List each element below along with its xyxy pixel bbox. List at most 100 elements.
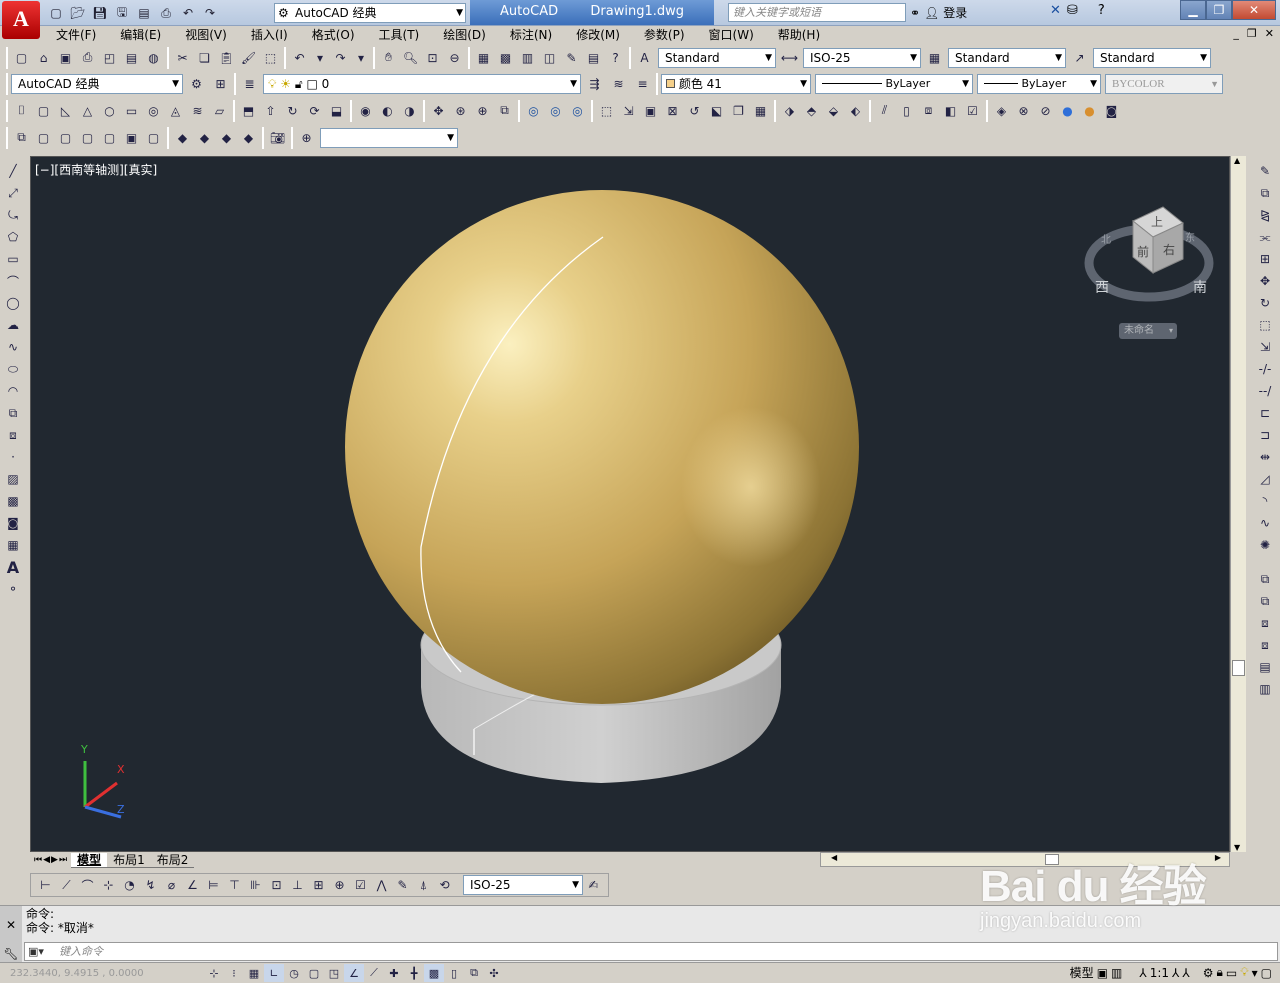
save-icon[interactable]: 💾︎	[90, 4, 110, 22]
bring-above-icon[interactable]: ⧈	[1255, 612, 1275, 634]
menu-edit[interactable]: 编辑(E)	[108, 26, 173, 44]
annotation-scale-value[interactable]: 1:1	[1150, 966, 1169, 980]
copy-icon[interactable]: ❏	[194, 47, 215, 68]
multileader-style-icon[interactable]: ↗	[1069, 47, 1090, 68]
ne-iso-icon[interactable]: ◆	[216, 127, 237, 148]
linetype-select[interactable]: ByLayer ▼	[815, 73, 973, 94]
new-icon[interactable]: ▢	[11, 47, 32, 68]
quick-view-drawings-icon[interactable]: ▥	[1111, 966, 1122, 980]
annotation-monitor-icon[interactable]: ✣	[484, 964, 504, 982]
center-mark-icon[interactable]: ⊕	[329, 875, 350, 896]
publish-icon[interactable]: ▤	[134, 4, 154, 22]
dim-edit-icon[interactable]: ✎	[392, 875, 413, 896]
nw-iso-icon[interactable]: ◆	[238, 127, 259, 148]
tool-palettes-icon[interactable]: ▥	[517, 47, 538, 68]
help-icon[interactable]: ?	[1098, 3, 1105, 18]
offset-faces-icon[interactable]: ▣	[640, 100, 661, 121]
tolerance-icon[interactable]: ⊞	[308, 875, 329, 896]
mirror-icon[interactable]: ⧎	[1255, 204, 1275, 226]
doc-minimize-icon[interactable]: _	[1233, 27, 1239, 40]
ortho-icon[interactable]: ∟	[264, 964, 284, 982]
exchange-icon[interactable]: ✕	[1050, 3, 1061, 18]
back-view-icon[interactable]: ▢	[143, 127, 164, 148]
command-input[interactable]: ▣▾ 键入命令	[24, 942, 1278, 961]
vertical-scrollbar[interactable]: ▲ ▼	[1230, 156, 1246, 852]
menu-parametric[interactable]: 参数(P)	[632, 26, 697, 44]
dim-update-icon[interactable]: ⟲	[434, 875, 455, 896]
open-icon[interactable]: ⌂	[33, 47, 54, 68]
copy-edges-icon[interactable]: ⬗	[779, 100, 800, 121]
front-view-icon[interactable]: ▣	[121, 127, 142, 148]
save-as-icon[interactable]: 🖫	[112, 4, 132, 22]
first-tab-icon[interactable]: ⏮	[34, 855, 42, 865]
3d-wireframe-icon[interactable]: ⊘	[1035, 100, 1056, 121]
box-icon[interactable]: ▢	[33, 100, 54, 121]
menu-format[interactable]: 格式(O)	[300, 26, 367, 44]
zoom-window-icon[interactable]: ⊡	[422, 47, 443, 68]
sheet-set-icon[interactable]: ◫	[539, 47, 560, 68]
intersect-icon[interactable]: ◑	[399, 100, 420, 121]
text-style-icon[interactable]: A	[634, 47, 655, 68]
new-file-icon[interactable]: ▢	[46, 4, 66, 22]
next-tab-icon[interactable]: ▶	[51, 855, 58, 865]
intersect-blue-icon[interactable]: ◎	[567, 100, 588, 121]
close-icon[interactable]: ✕	[6, 918, 16, 932]
aligned-dim-icon[interactable]: ⟋	[56, 875, 77, 896]
planar-surface-icon[interactable]: ▱	[209, 100, 230, 121]
menu-dimension[interactable]: 标注(N)	[498, 26, 564, 44]
doc-close-icon[interactable]: ✕	[1265, 27, 1274, 40]
3d-array-icon[interactable]: ⧉	[494, 100, 515, 121]
3d-rotate-icon[interactable]: ⊛	[450, 100, 471, 121]
hatch-to-back-icon[interactable]: ▥	[1255, 678, 1275, 700]
viewcube-right-face[interactable]: 右	[1163, 241, 1175, 258]
binoculars-icon[interactable]: ⚭	[910, 6, 920, 20]
horizontal-scrollbar[interactable]: ◀ ▶	[820, 852, 1230, 867]
diameter-dim-icon[interactable]: ⌀	[161, 875, 182, 896]
union-blue-icon[interactable]: ◎	[523, 100, 544, 121]
clean-screen-icon[interactable]: ▢	[1261, 966, 1272, 980]
menu-window[interactable]: 窗口(W)	[697, 26, 766, 44]
prompt-icon[interactable]: ▣▾	[28, 943, 44, 960]
rectangle-icon[interactable]: ▭	[3, 248, 23, 270]
check-solid-icon[interactable]: ☑	[962, 100, 983, 121]
sw-iso-icon[interactable]: ◆	[172, 127, 193, 148]
cone-icon[interactable]: △	[77, 100, 98, 121]
hatch-icon[interactable]: ▨	[3, 468, 23, 490]
workspace-settings-icon[interactable]: ⊞	[210, 73, 231, 94]
lineweight-select[interactable]: ByLayer ▼	[977, 73, 1101, 94]
3d-print-icon[interactable]: ◍	[143, 47, 164, 68]
scroll-right-icon[interactable]: ▶	[1215, 853, 1221, 862]
isolate-objects-icon[interactable]: 💡︎	[1240, 965, 1248, 980]
design-center-icon[interactable]: ▩	[495, 47, 516, 68]
jogged-linear-icon[interactable]: ⋀	[371, 875, 392, 896]
publish-icon[interactable]: ▤	[121, 47, 142, 68]
make-current-icon[interactable]: ⇶	[584, 73, 605, 94]
markup-icon[interactable]: ✎	[561, 47, 582, 68]
left-view-icon[interactable]: ▢	[77, 127, 98, 148]
check-icon[interactable]: ▯	[896, 100, 917, 121]
subtract-icon[interactable]: ◐	[377, 100, 398, 121]
wedge-icon[interactable]: ◺	[55, 100, 76, 121]
viewcube[interactable]: 上 前 右 北 东 西 南	[1081, 193, 1221, 343]
open-file-icon[interactable]: 📂︎	[68, 4, 88, 22]
taper-faces-icon[interactable]: ⬕	[706, 100, 727, 121]
right-view-icon[interactable]: ▢	[99, 127, 120, 148]
arc-icon[interactable]: ⌒	[3, 270, 23, 292]
scroll-left-icon[interactable]: ◀	[831, 853, 837, 862]
login-button[interactable]: ⚭ 👤︎ 登录	[910, 4, 967, 21]
last-tab-icon[interactable]: ⏭	[59, 855, 67, 865]
otrack-icon[interactable]: ∠	[344, 964, 364, 982]
scroll-down-icon[interactable]: ▼	[1234, 843, 1240, 852]
prev-tab-icon[interactable]: ◀	[43, 855, 50, 865]
menu-view[interactable]: 视图(V)	[173, 26, 239, 44]
help-icon[interactable]: ?	[605, 47, 626, 68]
workspace-switcher[interactable]: ⚙ AutoCAD 经典 ▼	[274, 3, 466, 23]
angular-dim-icon[interactable]: ∠	[182, 875, 203, 896]
shell-icon[interactable]: ◧	[940, 100, 961, 121]
radius-dim-icon[interactable]: ◔	[119, 875, 140, 896]
viewcube-front-face[interactable]: 前	[1137, 243, 1149, 260]
conceptual-icon[interactable]: ●	[1079, 100, 1100, 121]
tab-layout1[interactable]: 布局1	[107, 853, 151, 868]
quick-dim-icon[interactable]: ⊨	[203, 875, 224, 896]
chevron-down-icon[interactable]: ▾	[352, 47, 370, 68]
